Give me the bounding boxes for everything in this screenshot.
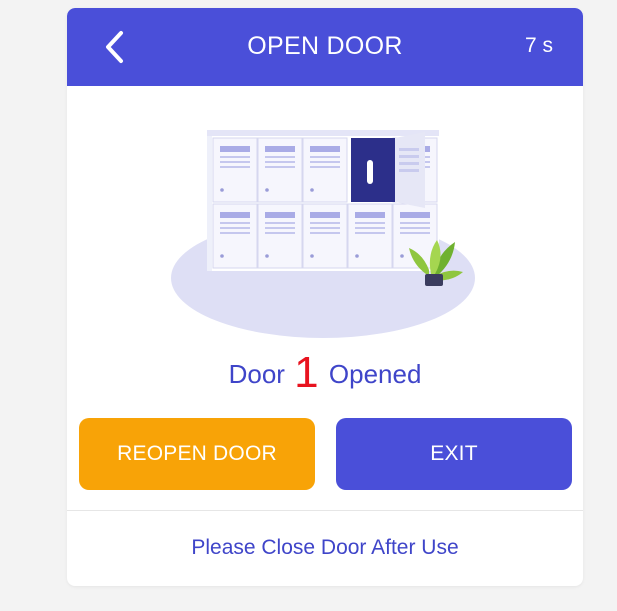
door-number: 1 <box>294 348 319 397</box>
header-bar: OPEN DOOR 7 s <box>67 8 583 86</box>
open-door-dialog: OPEN DOOR 7 s Door 1 Opened REOPEN DOOR <box>67 8 583 586</box>
countdown-timer: 7 s <box>524 34 553 57</box>
divider <box>67 510 583 511</box>
page-title: OPEN DOOR <box>247 32 403 60</box>
close-door-message: Please Close Door After Use <box>191 536 459 559</box>
locker-illustration <box>171 130 475 338</box>
door-status: Door 1 Opened <box>67 348 583 398</box>
status-suffix: Opened <box>328 359 422 389</box>
exit-button[interactable]: EXIT <box>336 418 572 490</box>
status-prefix: Door <box>228 359 285 389</box>
reopen-door-button[interactable]: REOPEN DOOR <box>79 418 315 490</box>
